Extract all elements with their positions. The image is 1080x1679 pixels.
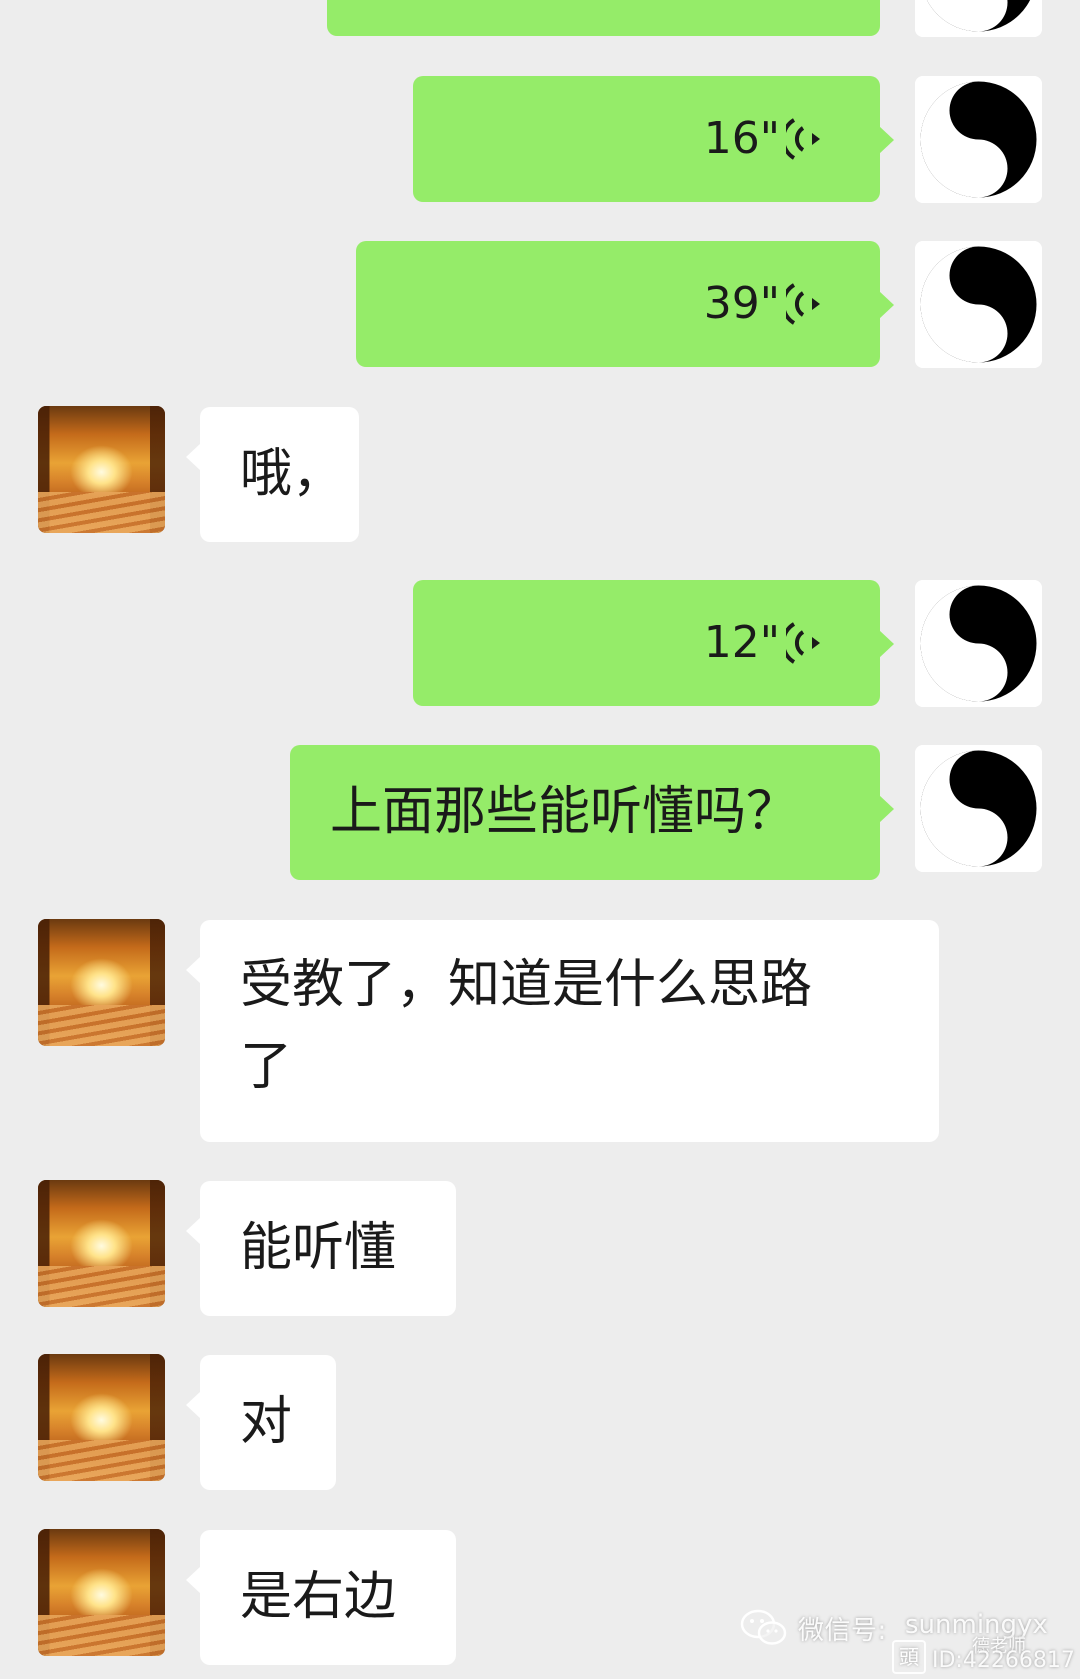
- yin-yang-icon: [915, 0, 1042, 37]
- self-avatar[interactable]: [915, 76, 1042, 203]
- message-row: 上面那些能听懂吗？: [0, 745, 1080, 881]
- text-message-bubble[interactable]: 上面那些能听懂吗？: [290, 745, 894, 880]
- self-avatar[interactable]: [915, 241, 1042, 368]
- voice-message-bubble[interactable]: 12": [413, 580, 894, 706]
- voice-message-bubble[interactable]: [327, 0, 880, 36]
- message-row: 对: [0, 1354, 1080, 1490]
- message-text: 受教了，知道是什么思路了: [240, 955, 813, 1097]
- watermark-label: 微信号:: [798, 1616, 887, 1646]
- contact-avatar[interactable]: [38, 406, 165, 533]
- yin-yang-icon: [915, 241, 1042, 368]
- message-text: 哦，: [240, 444, 345, 504]
- self-avatar[interactable]: [915, 745, 1042, 872]
- text-message-bubble[interactable]: 哦，: [186, 407, 359, 542]
- contact-avatar[interactable]: [38, 1180, 165, 1307]
- message-row: 受教了，知道是什么思路了: [0, 919, 1080, 1143]
- message-row: [0, 0, 1080, 38]
- message-row: 16": [0, 76, 1080, 204]
- message-text: 是右边: [240, 1567, 397, 1627]
- voice-message-bubble[interactable]: 16": [413, 76, 894, 202]
- voice-message-bubble[interactable]: 39": [356, 241, 894, 367]
- message-row: 39": [0, 241, 1080, 369]
- voice-duration: 16": [703, 113, 780, 164]
- yin-yang-icon: [915, 745, 1042, 872]
- text-message-bubble[interactable]: 受教了，知道是什么思路了: [186, 920, 939, 1142]
- voice-wave-icon: [786, 622, 820, 664]
- voice-duration: 12": [703, 617, 780, 668]
- self-avatar[interactable]: [915, 0, 1042, 37]
- text-message-bubble[interactable]: 是右边: [186, 1530, 456, 1665]
- wechat-icon: [740, 1609, 787, 1645]
- message-row: 12": [0, 580, 1080, 708]
- message-text: 上面那些能听懂吗？: [330, 782, 799, 842]
- message-row: 哦，: [0, 406, 1080, 542]
- autumn-forest-avatar: [38, 919, 165, 1046]
- toutiao-logo-icon: 頭: [892, 1640, 926, 1674]
- yin-yang-icon: [915, 76, 1042, 203]
- watermark-id: ID:42266817: [932, 1648, 1075, 1673]
- voice-wave-icon: [786, 118, 820, 160]
- self-avatar[interactable]: [915, 580, 1042, 707]
- autumn-forest-avatar: [38, 406, 165, 533]
- message-text: 能听懂: [240, 1218, 397, 1278]
- contact-avatar[interactable]: [38, 1354, 165, 1481]
- yin-yang-icon: [915, 580, 1042, 707]
- contact-avatar[interactable]: [38, 919, 165, 1046]
- message-row: 能听懂: [0, 1180, 1080, 1316]
- chat-message-list[interactable]: 16" 39" 哦， 12" 上面那些能听懂吗？ 受教了，知道是什么思路了 能听…: [0, 0, 1080, 1679]
- message-text: 对: [240, 1392, 293, 1452]
- voice-wave-icon: [786, 283, 820, 325]
- autumn-forest-avatar: [38, 1180, 165, 1307]
- text-message-bubble[interactable]: 对: [186, 1355, 336, 1490]
- autumn-forest-avatar: [38, 1529, 165, 1656]
- contact-avatar[interactable]: [38, 1529, 165, 1656]
- autumn-forest-avatar: [38, 1354, 165, 1481]
- voice-duration: 39": [703, 278, 780, 329]
- watermark: 微信号: sunmingyx 頭 德老师 ID:42266817: [740, 1604, 1080, 1679]
- text-message-bubble[interactable]: 能听懂: [186, 1181, 456, 1316]
